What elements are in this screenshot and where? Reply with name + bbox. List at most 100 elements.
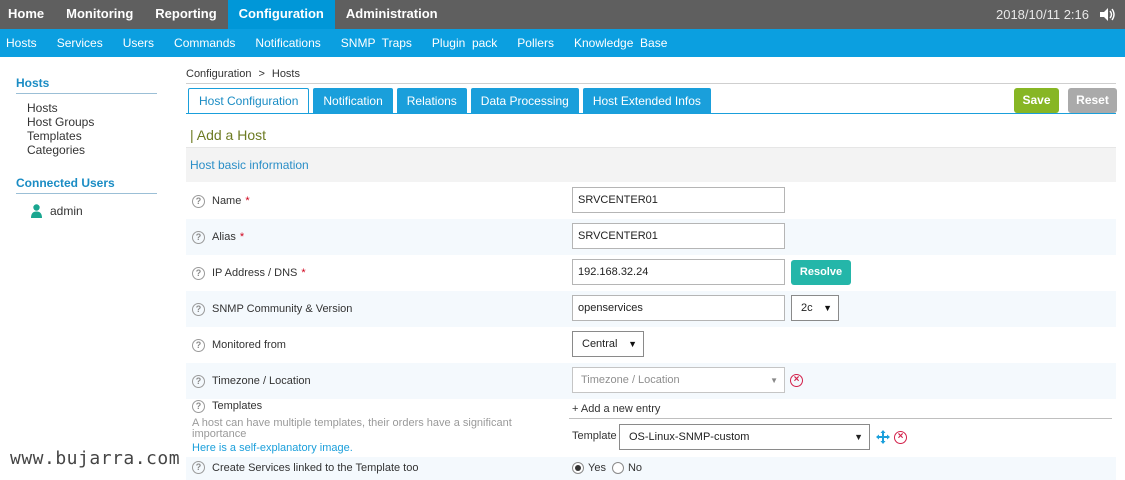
sidebar-connected-users-title: Connected Users bbox=[16, 176, 157, 194]
monitored-from-label: ? Monitored from bbox=[192, 327, 286, 363]
ip-label-text: IP Address / DNS bbox=[212, 267, 298, 279]
required-mark: * bbox=[301, 267, 306, 279]
ip-label: ? IP Address / DNS * bbox=[192, 255, 306, 291]
tab-underline bbox=[186, 113, 1116, 114]
create-services-radio-group: Yes No bbox=[572, 462, 648, 474]
alias-input[interactable]: SRVCENTER01 bbox=[572, 223, 785, 249]
top-navigation-bar: Home Monitoring Reporting Configuration … bbox=[0, 0, 1125, 29]
submenu-hosts[interactable]: Hosts bbox=[6, 29, 37, 57]
sidebar-link-host-groups[interactable]: Host Groups bbox=[27, 115, 157, 129]
caret-down-icon: ▼ bbox=[823, 303, 832, 313]
remove-icon[interactable]: × bbox=[894, 431, 907, 444]
radio-yes-label: Yes bbox=[588, 462, 606, 474]
name-row: ? Name * SRVCENTER01 bbox=[186, 183, 1116, 219]
create-services-label: ? Create Services linked to the Template… bbox=[192, 461, 418, 474]
move-icon[interactable] bbox=[876, 430, 890, 444]
caret-down-icon: ▼ bbox=[854, 432, 863, 442]
help-icon[interactable]: ? bbox=[192, 194, 205, 208]
ip-address-input[interactable]: 192.168.32.24 bbox=[572, 259, 785, 285]
menu-configuration[interactable]: Configuration bbox=[227, 0, 335, 29]
snmp-community-input[interactable]: openservices bbox=[572, 295, 785, 321]
caret-down-icon: ▼ bbox=[628, 339, 637, 349]
sidebar-hosts-links: Hosts Host Groups Templates Categories bbox=[16, 94, 157, 157]
submenu-users[interactable]: Users bbox=[123, 29, 154, 57]
submenu-snmp-traps[interactable]: SNMP Traps bbox=[341, 29, 412, 57]
section-header: Host basic information bbox=[186, 147, 1116, 182]
required-mark: * bbox=[239, 231, 245, 243]
resolve-button[interactable]: Resolve bbox=[791, 260, 851, 285]
snmp-version-value: 2c bbox=[801, 302, 813, 314]
monitored-from-select[interactable]: Central ▼ bbox=[572, 331, 644, 357]
menu-monitoring[interactable]: Monitoring bbox=[55, 0, 144, 29]
sidebar-link-templates[interactable]: Templates bbox=[27, 129, 157, 143]
sidebar-hosts-title: Hosts bbox=[16, 76, 157, 94]
remove-icon[interactable]: × bbox=[790, 374, 803, 387]
radio-no-label: No bbox=[627, 462, 643, 474]
template-label: Template bbox=[572, 430, 617, 442]
help-icon[interactable]: ? bbox=[192, 266, 205, 280]
sidebar-link-hosts[interactable]: Hosts bbox=[27, 101, 157, 115]
templates-hint: A host can have multiple templates, thei… bbox=[192, 417, 512, 440]
help-icon[interactable]: ? bbox=[192, 374, 205, 388]
templates-label: ? Templates bbox=[192, 399, 262, 413]
submenu-commands[interactable]: Commands bbox=[174, 29, 235, 57]
alias-label-text: Alias bbox=[212, 231, 236, 243]
tab-relations[interactable]: Relations bbox=[396, 88, 467, 114]
monitored-from-row: ? Monitored from Central ▼ bbox=[186, 327, 1116, 363]
submenu-plugin-pack[interactable]: Plugin pack bbox=[432, 29, 497, 57]
name-input[interactable]: SRVCENTER01 bbox=[572, 187, 785, 213]
clock: 2018/10/11 2:16 bbox=[995, 7, 1089, 22]
templates-label-text: Templates bbox=[212, 400, 263, 412]
tab-notification[interactable]: Notification bbox=[313, 88, 393, 114]
connected-user-name: admin bbox=[50, 204, 83, 218]
snmp-version-select[interactable]: 2c ▼ bbox=[791, 295, 839, 321]
section-title: Host basic information bbox=[190, 158, 309, 172]
timezone-label: ? Timezone / Location bbox=[192, 363, 311, 399]
submenu-notifications[interactable]: Notifications bbox=[255, 29, 320, 57]
help-icon[interactable]: ? bbox=[192, 302, 205, 316]
add-new-entry-link[interactable]: + Add a new entry bbox=[572, 403, 660, 415]
create-services-row: ? Create Services linked to the Template… bbox=[186, 457, 1116, 480]
user-icon bbox=[31, 204, 42, 218]
save-button[interactable]: Save bbox=[1014, 88, 1059, 113]
tab-data-processing[interactable]: Data Processing bbox=[470, 88, 579, 114]
tab-host-configuration[interactable]: Host Configuration bbox=[188, 88, 310, 114]
templates-help-link[interactable]: Here is a self-explanatory image. bbox=[192, 442, 353, 454]
monitored-from-value: Central bbox=[582, 338, 618, 350]
main-menu: Home Monitoring Reporting Configuration … bbox=[0, 0, 449, 29]
sidebar-link-categories[interactable]: Categories bbox=[27, 143, 157, 157]
breadcrumb-configuration[interactable]: Configuration bbox=[186, 68, 251, 80]
speaker-icon[interactable] bbox=[1100, 8, 1116, 21]
radio-no[interactable] bbox=[611, 462, 624, 474]
alias-label: ? Alias * bbox=[192, 219, 244, 255]
menu-home[interactable]: Home bbox=[0, 0, 55, 29]
tab-host-extended-infos[interactable]: Host Extended Infos bbox=[582, 88, 711, 114]
submenu-services[interactable]: Services bbox=[57, 29, 103, 57]
submenu-knowledge-base[interactable]: Knowledge Base bbox=[574, 29, 667, 57]
help-icon[interactable]: ? bbox=[192, 461, 205, 474]
timezone-placeholder: Timezone / Location bbox=[581, 374, 680, 386]
help-icon[interactable]: ? bbox=[192, 338, 205, 352]
menu-administration[interactable]: Administration bbox=[335, 0, 449, 29]
name-label-text: Name bbox=[212, 195, 242, 207]
breadcrumb: Configuration > Hosts bbox=[186, 68, 1116, 84]
radio-yes[interactable] bbox=[572, 462, 584, 474]
breadcrumb-separator: > bbox=[258, 68, 265, 80]
help-icon[interactable]: ? bbox=[192, 230, 205, 244]
connected-user: admin bbox=[16, 194, 157, 218]
template-select[interactable]: OS-Linux-SNMP-custom ▼ bbox=[619, 424, 870, 450]
name-label: ? Name * bbox=[192, 183, 250, 219]
help-icon[interactable]: ? bbox=[192, 399, 205, 413]
form-title: | Add a Host bbox=[190, 127, 267, 143]
submenu-pollers[interactable]: Pollers bbox=[517, 29, 554, 57]
snmp-row: ? SNMP Community & Version openservices … bbox=[186, 291, 1116, 327]
breadcrumb-hosts[interactable]: Hosts bbox=[272, 68, 300, 80]
templates-block: ? Templates A host can have multiple tem… bbox=[186, 399, 1116, 457]
template-value: OS-Linux-SNMP-custom bbox=[629, 431, 750, 443]
watermark: www.bujarra.com bbox=[10, 448, 181, 469]
left-sidebar: Hosts Hosts Host Groups Templates Catego… bbox=[16, 76, 157, 218]
snmp-label: ? SNMP Community & Version bbox=[192, 291, 352, 327]
reset-button[interactable]: Reset bbox=[1068, 88, 1117, 113]
timezone-select[interactable]: Timezone / Location ▼ bbox=[572, 367, 785, 393]
menu-reporting[interactable]: Reporting bbox=[144, 0, 227, 29]
